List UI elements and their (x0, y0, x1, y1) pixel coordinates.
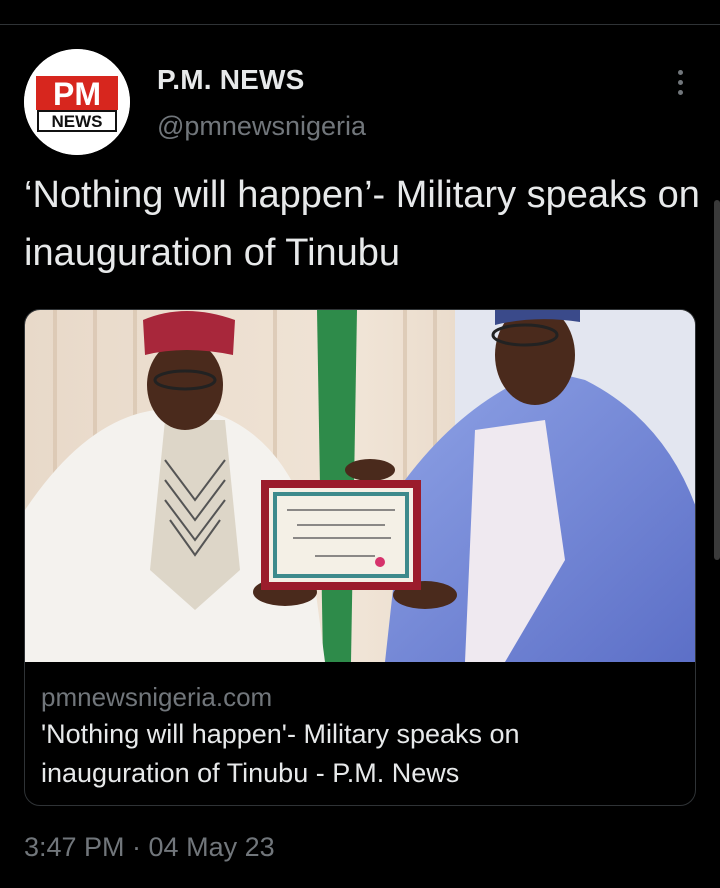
top-divider (0, 24, 720, 25)
author-handle[interactable]: @pmnewsnigeria (157, 111, 366, 142)
logo-text-bottom: NEWS (52, 112, 103, 131)
link-card[interactable]: pmnewsnigeria.com 'Nothing will happen'-… (24, 309, 696, 806)
more-vertical-icon[interactable] (664, 66, 696, 98)
more-dot (677, 69, 683, 75)
card-title[interactable]: 'Nothing will happen'- Military speaks o… (41, 715, 671, 793)
more-dot (677, 79, 683, 85)
tweet-text: ‘Nothing will happen’- Military speaks o… (24, 174, 700, 274)
card-domain[interactable]: pmnewsnigeria.com (41, 682, 272, 713)
card-image[interactable] (25, 310, 696, 662)
logo-text-top: PM (53, 76, 101, 112)
more-dot (677, 89, 683, 95)
scrollbar[interactable] (714, 200, 720, 560)
pm-news-logo: PM NEWS (24, 49, 130, 155)
author-name[interactable]: P.M. NEWS (157, 64, 305, 96)
avatar[interactable]: PM NEWS (24, 49, 130, 155)
timestamp[interactable]: 3:47 PM · 04 May 23 (24, 832, 275, 863)
